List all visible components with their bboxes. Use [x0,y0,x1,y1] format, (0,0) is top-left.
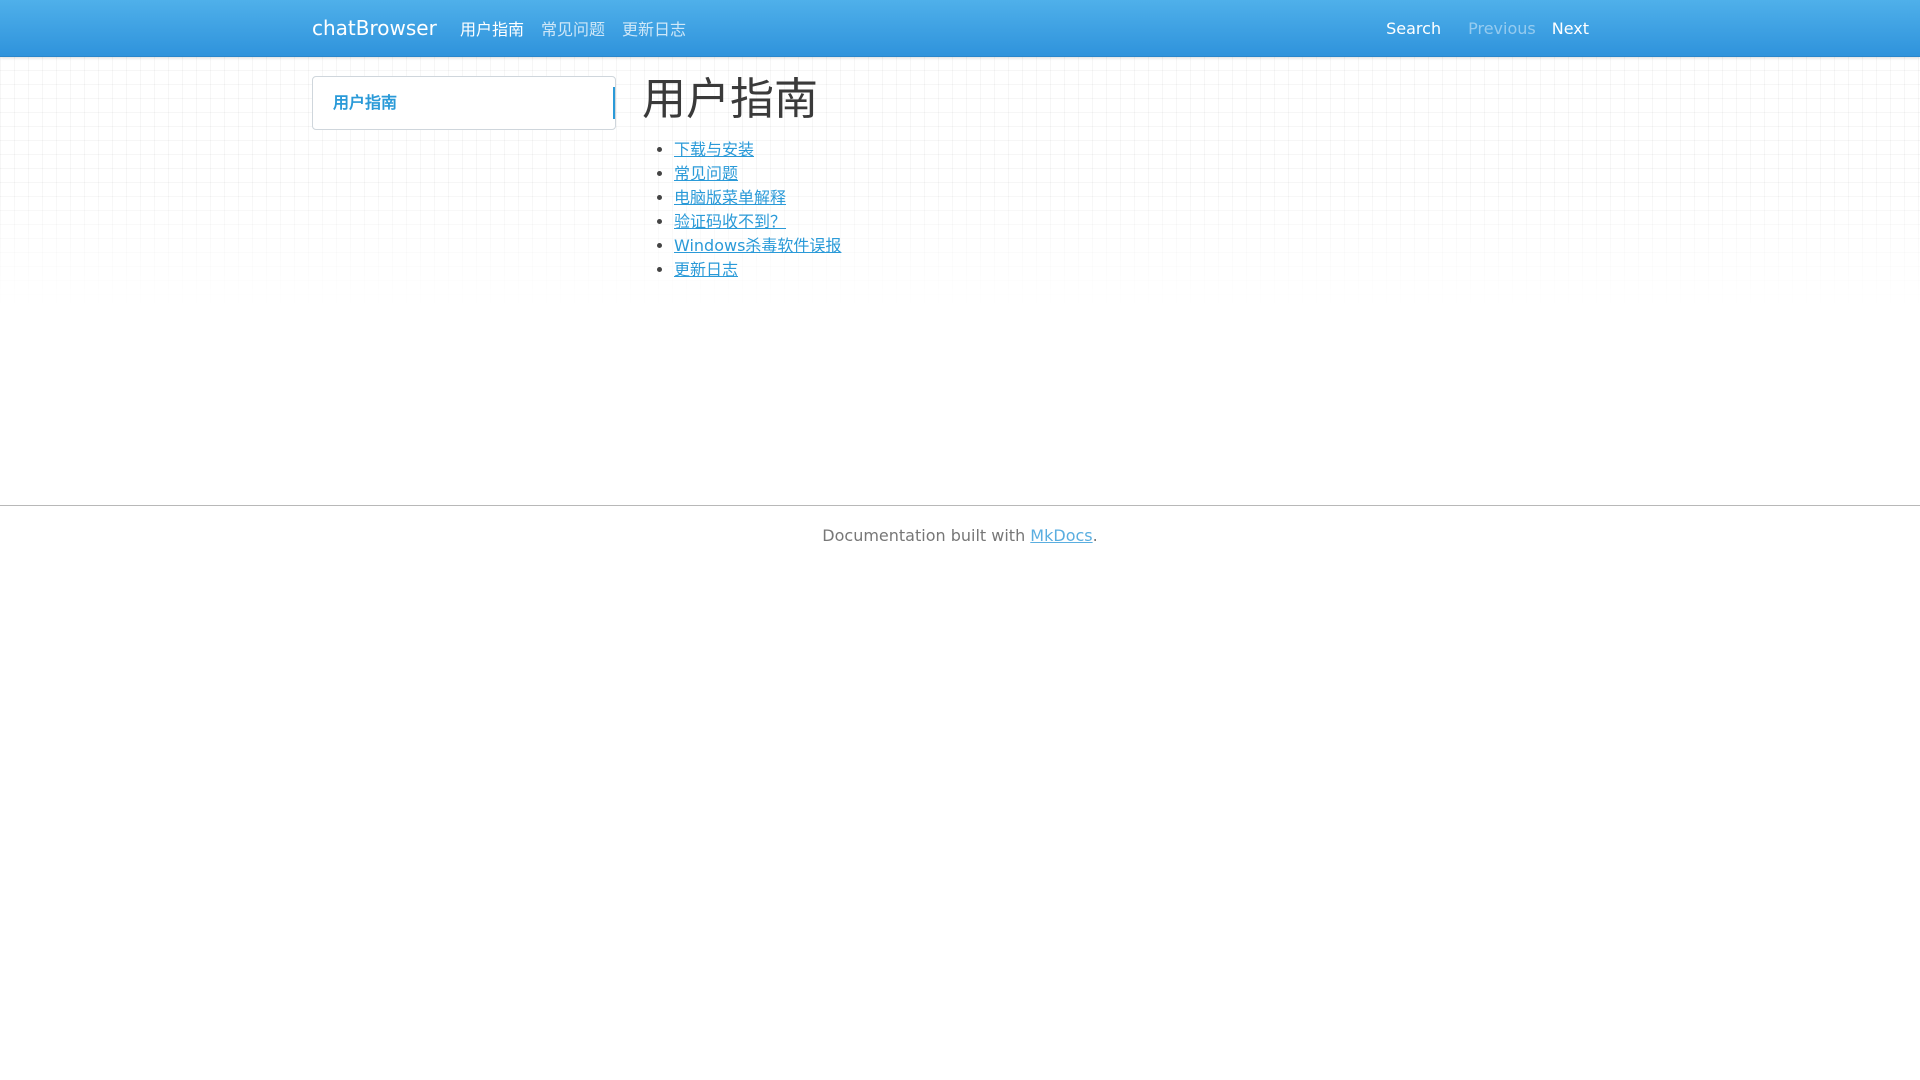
list-item: Windows杀毒软件误报 [674,234,841,258]
link-changelog[interactable]: 更新日志 [674,260,738,279]
list-item: 更新日志 [674,258,841,282]
nav-link-user-guide[interactable]: 用户指南 [460,16,524,40]
link-verification-code[interactable]: 验证码收不到？ [674,212,786,231]
page-footer: Documentation built with MkDocs. [0,505,1920,545]
list-item: 验证码收不到？ [674,210,841,234]
main-content: 用户指南 下载与安装 常见问题 电脑版菜单解释 验证码收不到？ Windows杀… [642,72,841,282]
footer-prefix: Documentation built with [822,526,1031,545]
sidebar-toc: 用户指南 [312,76,616,130]
link-download-install[interactable]: 下载与安装 [674,140,754,159]
nav-link-faq[interactable]: 常见问题 [541,16,605,40]
mkdocs-link[interactable]: MkDocs [1030,526,1092,545]
next-link[interactable]: Next [1552,19,1589,38]
nav-link-changelog[interactable]: 更新日志 [622,16,686,40]
link-desktop-menu[interactable]: 电脑版菜单解释 [674,188,786,207]
list-item: 常见问题 [674,162,841,186]
search-link[interactable]: Search [1386,19,1441,38]
previous-link: Previous [1468,18,1536,38]
link-faq[interactable]: 常见问题 [674,164,738,183]
guide-link-list: 下载与安装 常见问题 电脑版菜单解释 验证码收不到？ Windows杀毒软件误报… [642,138,841,282]
page-nav: Search Previous Next [1370,0,1589,56]
list-item: 下载与安装 [674,138,841,162]
page-title: 用户指南 [642,74,818,125]
main-nav: 用户指南 常见问题 更新日志 [460,0,703,56]
sidebar-item-user-guide[interactable]: 用户指南 [333,77,397,129]
link-antivirus-false-positive[interactable]: Windows杀毒软件误报 [674,236,841,255]
top-navbar: chatBrowser 用户指南 常见问题 更新日志 Search Previo… [0,0,1920,57]
brand-link[interactable]: chatBrowser [312,0,437,56]
footer-suffix: . [1092,526,1098,545]
active-indicator [613,87,615,119]
list-item: 电脑版菜单解释 [674,186,841,210]
